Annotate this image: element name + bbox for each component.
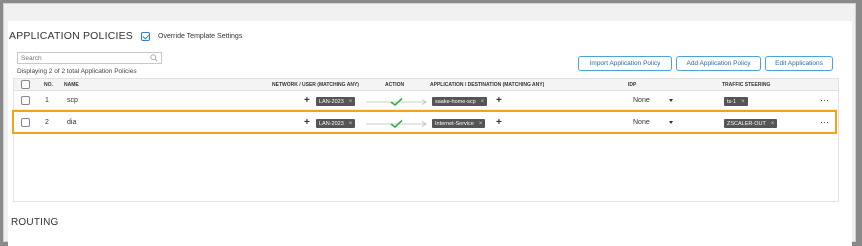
header-no: NO.	[44, 82, 53, 88]
search-icon[interactable]	[150, 54, 158, 62]
add-application-icon[interactable]: +	[496, 96, 502, 106]
application-tag-label: saake-home-scp	[435, 98, 476, 105]
network-tag-label: LAN-2023	[319, 98, 344, 105]
header-steering: TRAFFIC STEERING	[722, 82, 771, 88]
header-application: APPLICATION / DESTINATION (MATCHING ANY)	[430, 82, 545, 88]
add-network-icon[interactable]: +	[304, 96, 310, 106]
add-application-policy-button[interactable]: Add Application Policy	[676, 56, 761, 71]
row-name[interactable]: scp	[67, 97, 78, 104]
remove-tag-icon[interactable]: ×	[741, 99, 745, 105]
selected-row-highlight	[12, 110, 837, 134]
policies-table: NO. NAME NETWORK / USER (MATCHING ANY) A…	[13, 78, 839, 202]
section-header: APPLICATION POLICIES Override Template S…	[9, 30, 242, 42]
select-all-checkbox[interactable]	[21, 80, 30, 89]
header-network: NETWORK / USER (MATCHING ANY)	[272, 82, 359, 88]
row-checkbox[interactable]	[21, 96, 30, 105]
policy-count-text: Displaying 2 of 2 total Application Poli…	[17, 68, 137, 75]
steering-tag: ts-1 ×	[724, 97, 748, 106]
header-name: NAME	[64, 82, 79, 88]
routing-section-title: ROUTING	[11, 217, 59, 228]
remove-tag-icon[interactable]: ×	[481, 99, 485, 105]
action-allow-arrow-icon	[366, 98, 427, 106]
application-tag: saake-home-scp ×	[432, 97, 488, 106]
network-tag: LAN-2023 ×	[316, 97, 356, 106]
header-idp: IDP	[628, 82, 637, 88]
table-header: NO. NAME NETWORK / USER (MATCHING ANY) A…	[14, 79, 838, 91]
idp-select[interactable]: None	[633, 97, 650, 104]
search-box[interactable]	[17, 52, 162, 64]
edit-applications-button[interactable]: Edit Applications	[765, 56, 833, 71]
import-application-policy-button[interactable]: Import Application Policy	[578, 56, 672, 71]
row-number: 1	[45, 97, 49, 104]
header-action: ACTION	[385, 82, 405, 88]
table-row[interactable]: 1 scp + LAN-2023 × saake-home-scp × + No…	[14, 92, 838, 110]
steering-tag-label: ts-1	[727, 98, 737, 105]
search-input[interactable]	[21, 53, 146, 63]
chevron-down-icon[interactable]	[669, 99, 673, 102]
section-title: APPLICATION POLICIES	[9, 30, 134, 42]
override-template-checkbox[interactable]	[141, 31, 151, 41]
override-template-label[interactable]: Override Template Settings	[158, 33, 242, 40]
remove-tag-icon[interactable]: ×	[349, 99, 353, 105]
more-options-icon[interactable]: ···	[820, 96, 829, 105]
